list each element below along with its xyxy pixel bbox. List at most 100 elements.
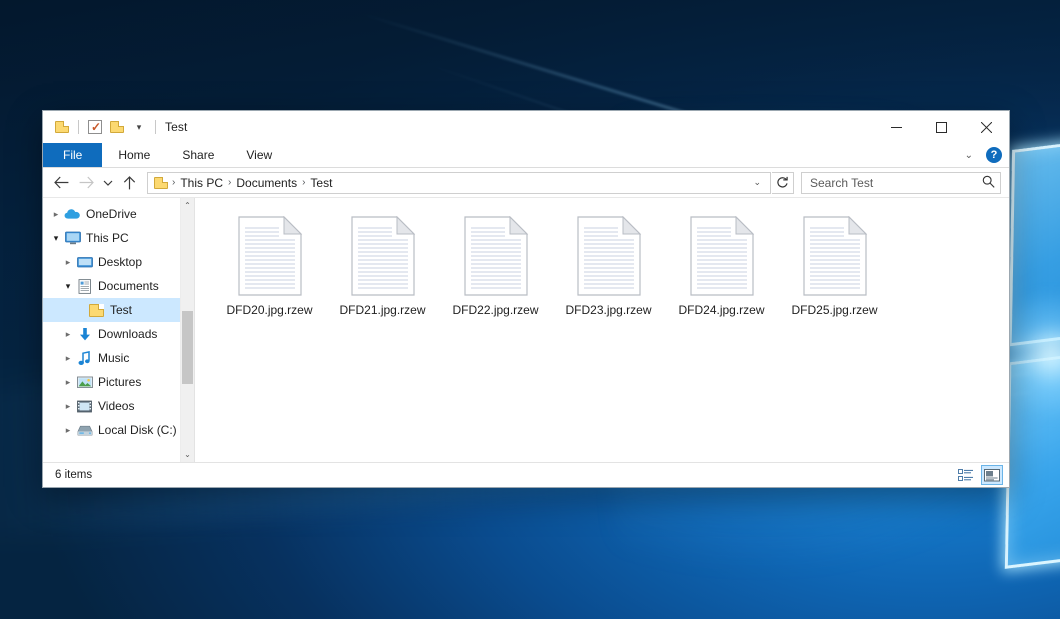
desktop-icon [76,254,93,270]
sidebar-item-label: Desktop [98,254,142,270]
file-item[interactable]: DFD20.jpg.rzew [213,212,326,332]
breadcrumb-documents[interactable]: Documents [232,173,301,193]
tab-share[interactable]: Share [166,143,230,167]
up-arrow-icon[interactable] [117,171,142,195]
file-name-label: DFD22.jpg.rzew [452,303,538,317]
generic-document-icon [689,216,755,296]
help-icon[interactable]: ? [986,147,1002,163]
sidebar-item-label: Pictures [98,374,141,390]
file-name-label: DFD21.jpg.rzew [339,303,425,317]
breadcrumb-this-pc[interactable]: This PC [176,173,227,193]
sidebar-item-label: Music [98,350,129,366]
file-name-label: DFD20.jpg.rzew [226,303,312,317]
scrollbar-thumb[interactable] [182,311,193,384]
file-item[interactable]: DFD23.jpg.rzew [552,212,665,332]
forward-arrow-icon[interactable] [74,171,99,195]
sidebar-scrollbar[interactable]: ⌃ ⌄ [180,198,194,462]
desktop: ✓ ▾ Test [0,0,1060,619]
new-folder-icon[interactable] [106,116,128,138]
scroll-down-icon[interactable]: ⌄ [181,447,194,462]
file-item[interactable]: DFD24.jpg.rzew [665,212,778,332]
chevron-placeholder-icon: ▸ [73,305,87,316]
ribbon-tab-bar: File Home Share View ⌄ ? [43,143,1009,168]
search-input[interactable] [810,176,982,190]
file-name-label: DFD25.jpg.rzew [791,303,877,317]
documents-icon [76,278,93,294]
quick-access-toolbar: ✓ ▾ [51,111,161,143]
folder-icon[interactable] [51,116,73,138]
chevron-right-icon[interactable]: ▸ [61,377,75,388]
address-bar: › This PC › Documents › Test ⌄ [43,168,1009,198]
sidebar-item-test[interactable]: ▸ Test [43,298,194,322]
sidebar-item-music[interactable]: ▸ Music [43,346,194,370]
sidebar-item-this-pc[interactable]: ▾ This PC [43,226,194,250]
minimize-button[interactable] [874,111,919,143]
window-controls [874,111,1009,143]
chevron-right-icon[interactable]: ▸ [61,425,75,436]
customize-caret-icon[interactable]: ▾ [128,116,150,138]
download-icon [76,326,93,342]
sidebar-item-videos[interactable]: ▸ Videos [43,394,194,418]
sidebar-item-documents[interactable]: ▾ Documents [43,274,194,298]
toolbar-separator [78,120,79,134]
file-list-pane[interactable]: DFD20.jpg.rzew [195,198,1009,462]
pictures-icon [76,374,93,390]
videos-icon [76,398,93,414]
generic-document-icon [576,216,642,296]
generic-document-icon [237,216,303,296]
view-mode-buttons [955,465,1003,485]
details-view-button[interactable] [955,465,977,485]
sidebar-item-label: Documents [98,278,159,294]
chevron-right-icon[interactable]: ▸ [49,209,63,220]
generic-document-icon [350,216,416,296]
file-item[interactable]: DFD22.jpg.rzew [439,212,552,332]
window-body: ▸ OneDrive ▾ [43,198,1009,462]
file-item[interactable]: DFD21.jpg.rzew [326,212,439,332]
scroll-up-icon[interactable]: ⌃ [181,198,194,213]
breadcrumb-folder-icon [154,177,168,189]
sidebar-item-local-disk-c[interactable]: ▸ Local Disk (C:) [43,418,194,442]
chevron-down-icon[interactable]: ▾ [61,281,75,292]
toolbar-separator [155,120,156,134]
file-item[interactable]: DFD25.jpg.rzew [778,212,891,332]
chevron-right-icon[interactable]: ▸ [61,353,75,364]
tab-file[interactable]: File [43,143,102,167]
recent-locations-icon[interactable] [99,171,117,195]
ribbon-right-controls: ⌄ ? [961,143,1009,167]
back-arrow-icon[interactable] [49,171,74,195]
chevron-down-icon[interactable]: ⌄ [961,150,977,161]
large-icons-view-button[interactable] [981,465,1003,485]
chevron-right-icon[interactable]: ▸ [61,401,75,412]
chevron-right-icon[interactable]: ▸ [61,329,75,340]
breadcrumb[interactable]: › This PC › Documents › Test ⌄ [147,172,771,194]
address-dropdown-icon[interactable]: ⌄ [748,177,766,188]
sidebar-item-label: Test [110,302,132,318]
chevron-down-icon[interactable]: ▾ [49,233,63,244]
sidebar-item-desktop[interactable]: ▸ Desktop [43,250,194,274]
cloud-icon [64,206,81,222]
chevron-right-icon[interactable]: ▸ [61,257,75,268]
sidebar-item-onedrive[interactable]: ▸ OneDrive [43,202,194,226]
sidebar-item-label: Videos [98,398,134,414]
drive-icon [76,422,93,438]
music-icon [76,350,93,366]
search-icon[interactable] [982,175,995,191]
close-button[interactable] [964,111,1009,143]
breadcrumb-test[interactable]: Test [306,173,336,193]
refresh-icon[interactable] [772,172,794,194]
file-explorer-window: ✓ ▾ Test [42,110,1010,488]
generic-document-icon [802,216,868,296]
maximize-button[interactable] [919,111,964,143]
status-bar: 6 items [43,462,1009,487]
sidebar-item-label: This PC [86,230,129,246]
sidebar-item-label: Downloads [98,326,157,342]
navigation-pane: ▸ OneDrive ▾ [43,198,195,462]
sidebar-item-pictures[interactable]: ▸ Pictures [43,370,194,394]
tab-view[interactable]: View [230,143,288,167]
tab-home[interactable]: Home [102,143,166,167]
scrollbar-track[interactable] [181,213,194,447]
properties-icon[interactable]: ✓ [84,116,106,138]
sidebar-item-downloads[interactable]: ▸ Downloads [43,322,194,346]
folder-icon [88,302,105,318]
search-box[interactable] [801,172,1001,194]
